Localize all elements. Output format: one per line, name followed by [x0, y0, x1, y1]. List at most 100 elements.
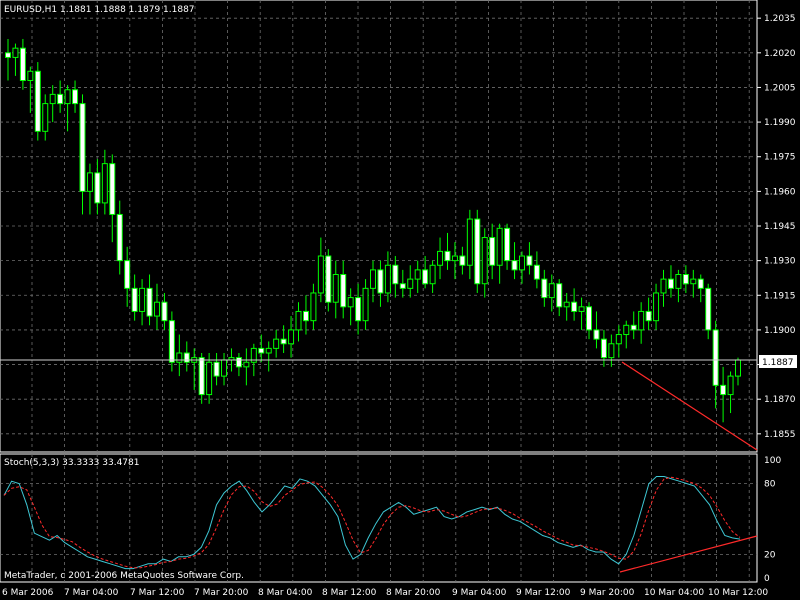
time-label: 8 Mar 12:00 [322, 588, 377, 598]
candle-body [265, 347, 272, 354]
time-label: 10 Mar 04:00 [644, 588, 704, 598]
candle-body [124, 260, 131, 289]
candle-body [109, 163, 116, 215]
candle-body [712, 329, 719, 386]
candle-body [206, 361, 213, 396]
candle-body [667, 278, 674, 289]
candle-body [504, 227, 511, 262]
candle-body [474, 218, 481, 285]
candle-body [638, 310, 645, 331]
stoch-axis-label: 0 [764, 574, 770, 584]
candle-body [735, 359, 741, 377]
candle-body [697, 278, 704, 289]
candle-body [705, 287, 712, 331]
price-label: 1.1930 [764, 257, 796, 267]
time-axis: 6 Mar 2006 7 Mar 04:00 7 Mar 12:00 7 Mar 20… [2, 588, 768, 598]
time-label: 8 Mar 04:00 [258, 588, 313, 598]
candle-body [235, 357, 242, 368]
chart-canvas[interactable]: 1.2035 1.2020 1.2005 1.1990 1.1975 1.1960 1.19… [0, 0, 800, 600]
candle-body [422, 269, 429, 285]
candle-body [34, 70, 41, 132]
candle-body [623, 324, 630, 336]
metatrader-chart-window[interactable]: 1.2035 1.2020 1.2005 1.1990 1.1975 1.1960 1.19… [0, 0, 800, 600]
candle-body [384, 264, 391, 294]
candle-body [168, 320, 175, 363]
candle-body [310, 292, 317, 322]
candle-body [556, 283, 563, 308]
candle-body [258, 347, 265, 354]
candle-body [295, 310, 302, 331]
candle-body [64, 89, 71, 105]
candle-body [399, 283, 406, 289]
candle-body [42, 103, 49, 132]
candle-body [340, 273, 347, 308]
candle-body [79, 103, 86, 192]
candle-body [407, 278, 414, 289]
time-label: 9 Mar 20:00 [580, 588, 635, 598]
candle-body [243, 361, 250, 368]
time-label: 9 Mar 12:00 [516, 588, 571, 598]
candle-body [27, 70, 34, 82]
candle-body [221, 359, 228, 377]
candle-body [496, 227, 503, 266]
candle-body [101, 163, 108, 204]
candle-body [86, 172, 93, 192]
candle-body [660, 278, 667, 294]
price-label: 1.1915 [764, 291, 796, 301]
candle-body [146, 287, 153, 317]
time-label: 7 Mar 20:00 [194, 588, 249, 598]
stoch-indicator-label: Stoch(5,3,3) 33.3333 33.4781 [4, 458, 139, 468]
time-label: 6 Mar 2006 [2, 588, 54, 598]
candle-body [325, 255, 332, 303]
candle-body [355, 297, 362, 322]
candle-body [280, 338, 287, 345]
candle-body [377, 269, 384, 294]
candle-body [139, 287, 146, 312]
candle-body [94, 172, 101, 204]
time-label: 9 Mar 04:00 [452, 588, 507, 598]
stoch-axis-label: 80 [764, 480, 776, 490]
candle-body [57, 93, 64, 105]
candle-body [571, 301, 578, 312]
chart-header: EURUSD,H1 1.1881 1.1888 1.1879 1.1887 [4, 5, 195, 15]
stoch-panel-frame [0, 453, 758, 583]
candle-body [518, 255, 525, 271]
candle-body [586, 306, 593, 331]
candle-body [49, 93, 56, 105]
price-label: 1.1900 [764, 326, 796, 336]
candle-body [288, 329, 295, 345]
candle-body [437, 250, 444, 266]
candle-body [533, 264, 540, 280]
candle-body [414, 269, 421, 280]
candle-body [548, 283, 555, 299]
stoch-axis-label: 100 [764, 456, 781, 466]
candle-body [5, 52, 11, 58]
candle-body [682, 273, 689, 285]
candle-body [362, 287, 369, 322]
candle-body [198, 357, 205, 396]
stoch-axis-label: 20 [764, 550, 776, 560]
candle-body [392, 264, 399, 285]
candle-body [645, 310, 652, 322]
price-tag: 1.1887 [762, 358, 794, 368]
time-label: 8 Mar 20:00 [386, 588, 441, 598]
candle-body [630, 324, 637, 331]
candle-body [72, 89, 79, 105]
candle-body [302, 310, 309, 322]
price-label: 1.1960 [764, 187, 796, 197]
candle-body [429, 264, 436, 285]
candle-body [563, 301, 570, 308]
candle-body [131, 287, 138, 312]
candle-body [675, 273, 682, 289]
price-label: 1.1855 [764, 430, 796, 440]
candle-body [653, 292, 660, 322]
time-label: 7 Mar 12:00 [130, 588, 185, 598]
candle-body [153, 301, 160, 317]
candle-body [444, 250, 451, 262]
candle-body [727, 375, 734, 396]
candle-body [347, 297, 354, 308]
stoch-trend-line[interactable] [619, 535, 758, 573]
candle-body [541, 278, 548, 299]
candle-body [608, 343, 615, 359]
candle-body [526, 255, 533, 266]
